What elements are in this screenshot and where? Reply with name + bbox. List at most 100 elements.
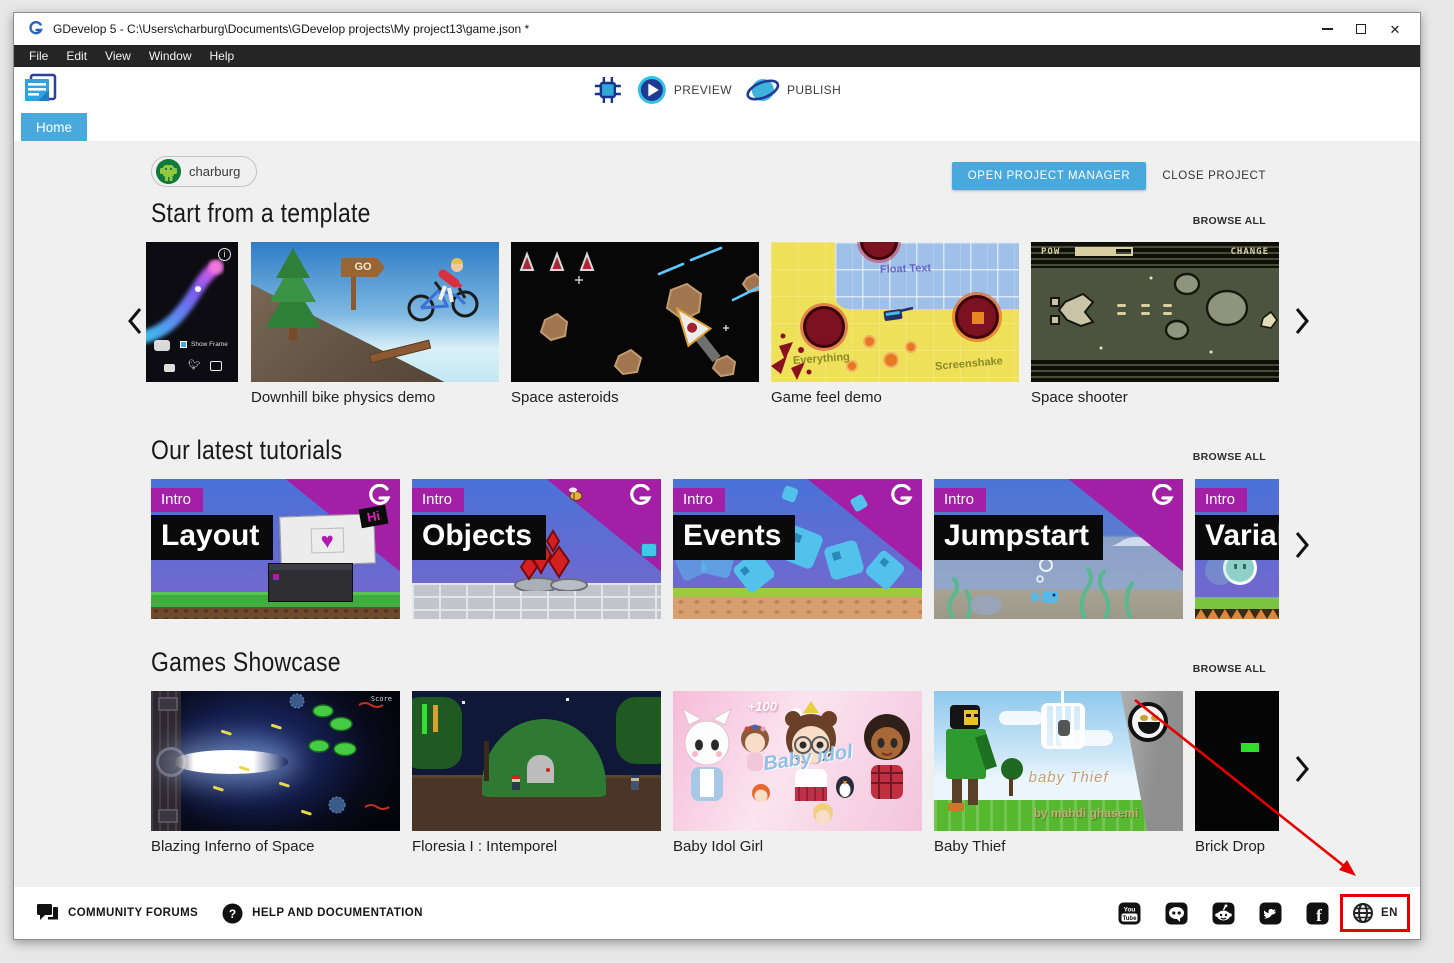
window-title: GDevelop 5 - C:\Users\charburg\Documents…	[53, 22, 529, 36]
tutorial-card-events[interactable]: Intro Events	[673, 479, 922, 619]
panel-art	[268, 563, 353, 602]
templates-right-arrow[interactable]	[1293, 306, 1311, 341]
showcase-card-baby-idol[interactable]: +100	[673, 691, 922, 831]
project-manager-button[interactable]	[22, 72, 58, 109]
community-forums-button[interactable]: COMMUNITY FORUMS	[24, 887, 210, 939]
tab-home[interactable]: Home	[21, 113, 87, 141]
tutorial-card-layout[interactable]: ♥ Hi Intro Layout	[151, 479, 400, 619]
enemy-blob-right	[955, 295, 999, 339]
preview-button[interactable]: PREVIEW	[637, 75, 732, 105]
twitter-icon[interactable]	[1259, 902, 1282, 925]
card-label[interactable]: Space asteroids	[511, 389, 619, 406]
username-label: charburg	[189, 164, 240, 179]
close-button[interactable]: ✕	[1378, 16, 1412, 42]
chat-icon	[36, 903, 59, 923]
preview-play-icon	[637, 75, 667, 105]
svg-text:You: You	[1124, 906, 1136, 913]
user-avatar	[156, 159, 181, 184]
tutorial-title: Objects	[412, 515, 546, 560]
pixel-character-2	[631, 775, 639, 790]
go-sign: GO	[341, 258, 385, 277]
youtube-icon[interactable]: You Tube	[1118, 902, 1141, 925]
cloud	[999, 711, 1043, 725]
user-profile-chip[interactable]: charburg	[151, 156, 257, 187]
template-card-space-asteroids[interactable]	[511, 242, 759, 382]
pixel-character	[512, 775, 520, 790]
template-card-game-feel[interactable]: Float Text Everything Screenshake	[771, 242, 1019, 382]
template-card-particle-demo[interactable]: i Show Frame 🐦︎	[146, 242, 238, 382]
close-project-button[interactable]: CLOSE PROJECT	[1152, 162, 1276, 190]
menu-edit[interactable]: Edit	[57, 45, 96, 67]
facebook-icon[interactable]: f	[1306, 902, 1329, 925]
menu-file[interactable]: File	[20, 45, 57, 67]
card-label[interactable]: Floresia I : Intemporel	[412, 838, 557, 855]
bike-rider-art	[399, 252, 491, 324]
star	[566, 698, 569, 701]
card-label[interactable]: Brick Drop	[1195, 838, 1265, 855]
showcase-card-brick-drop[interactable]	[1195, 691, 1279, 831]
health-bar-green	[422, 704, 427, 734]
checkbox-icon	[180, 341, 187, 348]
section-title-showcase: Games Showcase	[151, 647, 341, 678]
menu-window[interactable]: Window	[140, 45, 201, 67]
publish-button[interactable]: PUBLISH	[746, 75, 841, 105]
tutorial-title: Layout	[151, 515, 273, 560]
template-card-downhill-bike[interactable]: GO	[251, 242, 499, 382]
pine-tree-art	[265, 248, 321, 342]
browse-all-showcase[interactable]: BROWSE ALL	[1193, 663, 1266, 675]
discord-icon[interactable]	[1165, 902, 1188, 925]
tutorial-card-jumpstart[interactable]: Intro Jumpstart	[934, 479, 1183, 619]
minimize-button[interactable]	[1310, 16, 1344, 42]
card-label[interactable]: Baby Idol Girl	[673, 838, 763, 855]
ground-strip	[673, 597, 922, 619]
showcase-card-baby-thief[interactable]: baby Thief by mahdi ghasemi	[934, 691, 1183, 831]
carousel-left-arrow[interactable]	[126, 306, 144, 341]
browse-all-tutorials[interactable]: BROWSE ALL	[1193, 451, 1266, 463]
showcase-right-arrow[interactable]	[1293, 754, 1311, 789]
baby-thief-byline: by mahdi ghasemi	[1034, 806, 1139, 820]
preview-label: PREVIEW	[674, 83, 732, 97]
pow-label: POW	[1041, 247, 1060, 257]
card-label[interactable]: Downhill bike physics demo	[251, 389, 435, 406]
asteroids-art	[511, 242, 759, 382]
reddit-icon[interactable]	[1212, 902, 1235, 925]
tutorial-card-variables[interactable]: +1 Intro Variab	[1195, 479, 1279, 619]
home-page: charburg OPEN PROJECT MANAGER CLOSE PROJ…	[14, 141, 1420, 887]
minimize-icon	[1322, 28, 1333, 30]
tutorials-right-arrow[interactable]	[1293, 530, 1311, 565]
open-project-manager-button[interactable]: OPEN PROJECT MANAGER	[952, 162, 1147, 190]
svg-text:?: ?	[229, 907, 236, 921]
score-label: Score	[371, 695, 392, 703]
menu-view[interactable]: View	[96, 45, 140, 67]
card-label[interactable]: Game feel demo	[771, 389, 882, 406]
help-documentation-button[interactable]: ? HELP AND DOCUMENTATION	[210, 887, 435, 939]
publish-planet-icon	[746, 75, 780, 105]
door-art	[527, 755, 554, 783]
community-forums-label: COMMUNITY FORUMS	[68, 907, 198, 919]
menu-help[interactable]: Help	[201, 45, 244, 67]
card-label[interactable]: Space shooter	[1031, 389, 1128, 406]
small-tree-trunk	[1009, 778, 1013, 796]
change-label: CHANGE	[1230, 247, 1269, 257]
project-manager-icon	[22, 72, 58, 104]
debugger-button[interactable]	[593, 75, 623, 105]
language-selector-button[interactable]: EN	[1340, 894, 1410, 932]
dirt-strip	[151, 607, 400, 619]
cage-art	[1041, 703, 1085, 749]
header-actions: OPEN PROJECT MANAGER CLOSE PROJECT	[952, 162, 1276, 190]
section-title-templates: Start from a template	[151, 198, 371, 229]
template-card-space-shooter[interactable]: POW CHANGE	[1031, 242, 1279, 382]
bee-icon	[566, 487, 586, 501]
showcase-card-blazing-inferno[interactable]: Score	[151, 691, 400, 831]
spikes-art	[1195, 609, 1279, 619]
browse-all-templates[interactable]: BROWSE ALL	[1193, 215, 1266, 227]
maximize-button[interactable]	[1344, 16, 1378, 42]
tutorial-card-objects[interactable]: Intro Objects	[412, 479, 661, 619]
showcase-card-floresia[interactable]	[412, 691, 661, 831]
footer-bar: COMMUNITY FORUMS ? HELP AND DOCUMENTATIO…	[14, 887, 1420, 939]
gdevelop-logo-icon	[889, 484, 915, 510]
svg-text:Tube: Tube	[1123, 915, 1138, 921]
card-label[interactable]: Blazing Inferno of Space	[151, 838, 314, 855]
card-label[interactable]: Baby Thief	[934, 838, 1005, 855]
orange-dot-2	[885, 354, 897, 366]
